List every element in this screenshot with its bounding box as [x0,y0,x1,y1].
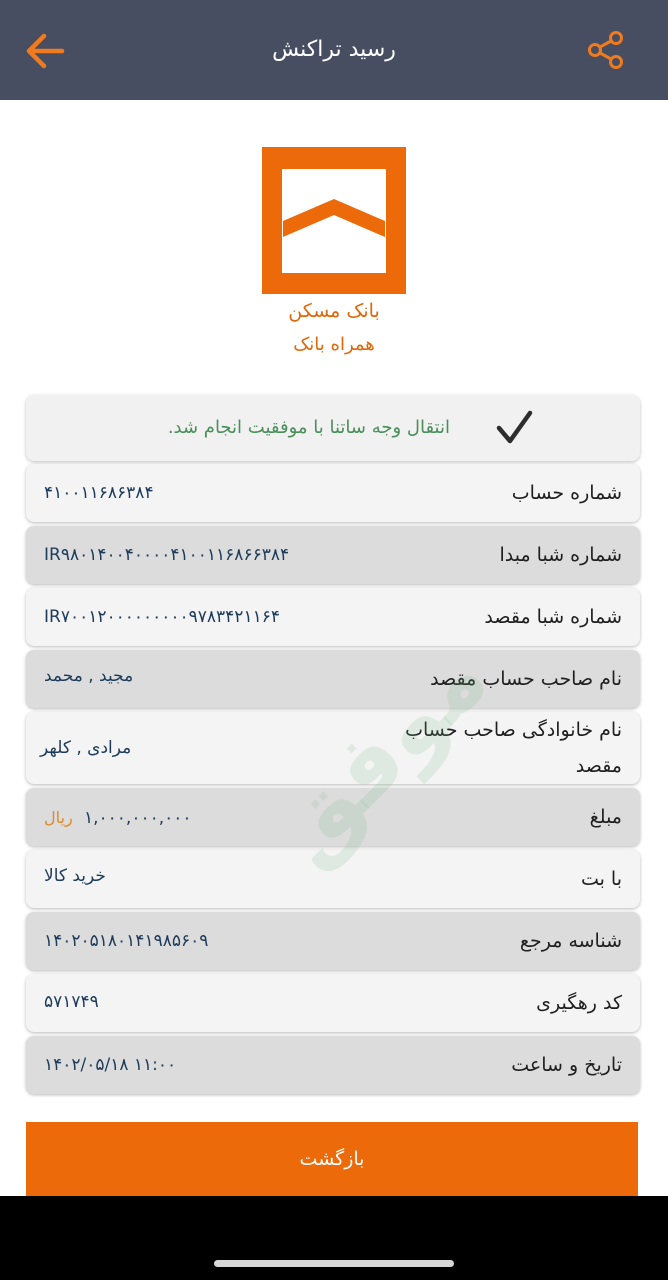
app-header: رسید تراکنش [0,0,668,100]
row-label: تاریخ و ساعت [511,1054,622,1076]
row-label: شماره شبا مبدا [499,544,622,566]
success-banner: انتقال وجه ساتنا با موفقیت انجام شد. [26,395,640,461]
roof-chevron-icon [283,199,385,237]
bank-logo [262,147,406,294]
home-indicator[interactable] [214,1260,454,1267]
amount-value: ۱,۰۰۰,۰۰۰,۰۰۰ [84,808,192,828]
row-label: با بت [580,868,622,890]
datetime-row: تاریخ و ساعت ۱۴۰۲/۰۵/۱۸ ۱۱:۰۰ [26,1036,640,1094]
row-value: مرادی , کلهر [40,738,132,758]
checkmark-icon [496,410,533,444]
system-navigation-bar [0,1196,668,1280]
page-title: رسید تراکنش [272,37,396,62]
return-button[interactable]: بازگشت [26,1122,638,1196]
row-label: کد رهگیری [536,992,622,1014]
row-label: شناسه مرجع [519,930,622,952]
row-value: IR۹۸۰۱۴۰۰۴۰۰۰۰۴۱۰۰۱۱۶۸۶۶۳۸۴ [44,545,290,565]
row-value: مجید , محمد [44,666,134,686]
row-label: شماره شبا مقصد [484,606,622,628]
dest-owner-name-row: نام صاحب حساب مقصد مجید , محمد [26,650,640,708]
currency-unit: ریال [44,808,73,827]
source-iban-row: شماره شبا مبدا IR۹۸۰۱۴۰۰۴۰۰۰۰۴۱۰۰۱۱۶۸۶۶۳… [26,526,640,584]
row-label: مبلغ [589,806,622,828]
row-value: ۱۴۰۲۰۵۱۸۰۱۴۱۹۸۵۶۰۹ [44,931,209,951]
success-message: انتقال وجه ساتنا با موفقیت انجام شد. [167,417,450,438]
tracking-code-row: کد رهگیری ۵۷۱۷۴۹ [26,974,640,1032]
account-number-row: شماره حساب ۴۱۰۰۱۱۶۸۶۳۸۴ [26,464,640,522]
row-value: خرید کالا [44,866,106,886]
bank-subtitle: همراه بانک [293,334,375,355]
row-value: ۴۱۰۰۱۱۶۸۶۳۸۴ [44,483,154,503]
share-icon[interactable] [586,30,626,70]
bank-name: بانک مسکن [288,300,380,322]
dest-iban-row: شماره شبا مقصد IR۷۰۰۱۲۰۰۰۰۰۰۰۰۰۹۷۸۳۴۲۱۱۶… [26,588,640,646]
row-value: ۱۴۰۲/۰۵/۱۸ ۱۱:۰۰ [44,1055,177,1075]
row-value: IR۷۰۰۱۲۰۰۰۰۰۰۰۰۰۹۷۸۳۴۲۱۱۶۴ [44,607,280,627]
row-label: شماره حساب [511,482,622,504]
reference-id-row: شناسه مرجع ۱۴۰۲۰۵۱۸۰۱۴۱۹۸۵۶۰۹ [26,912,640,970]
row-value: ۵۷۱۷۴۹ [44,992,99,1012]
